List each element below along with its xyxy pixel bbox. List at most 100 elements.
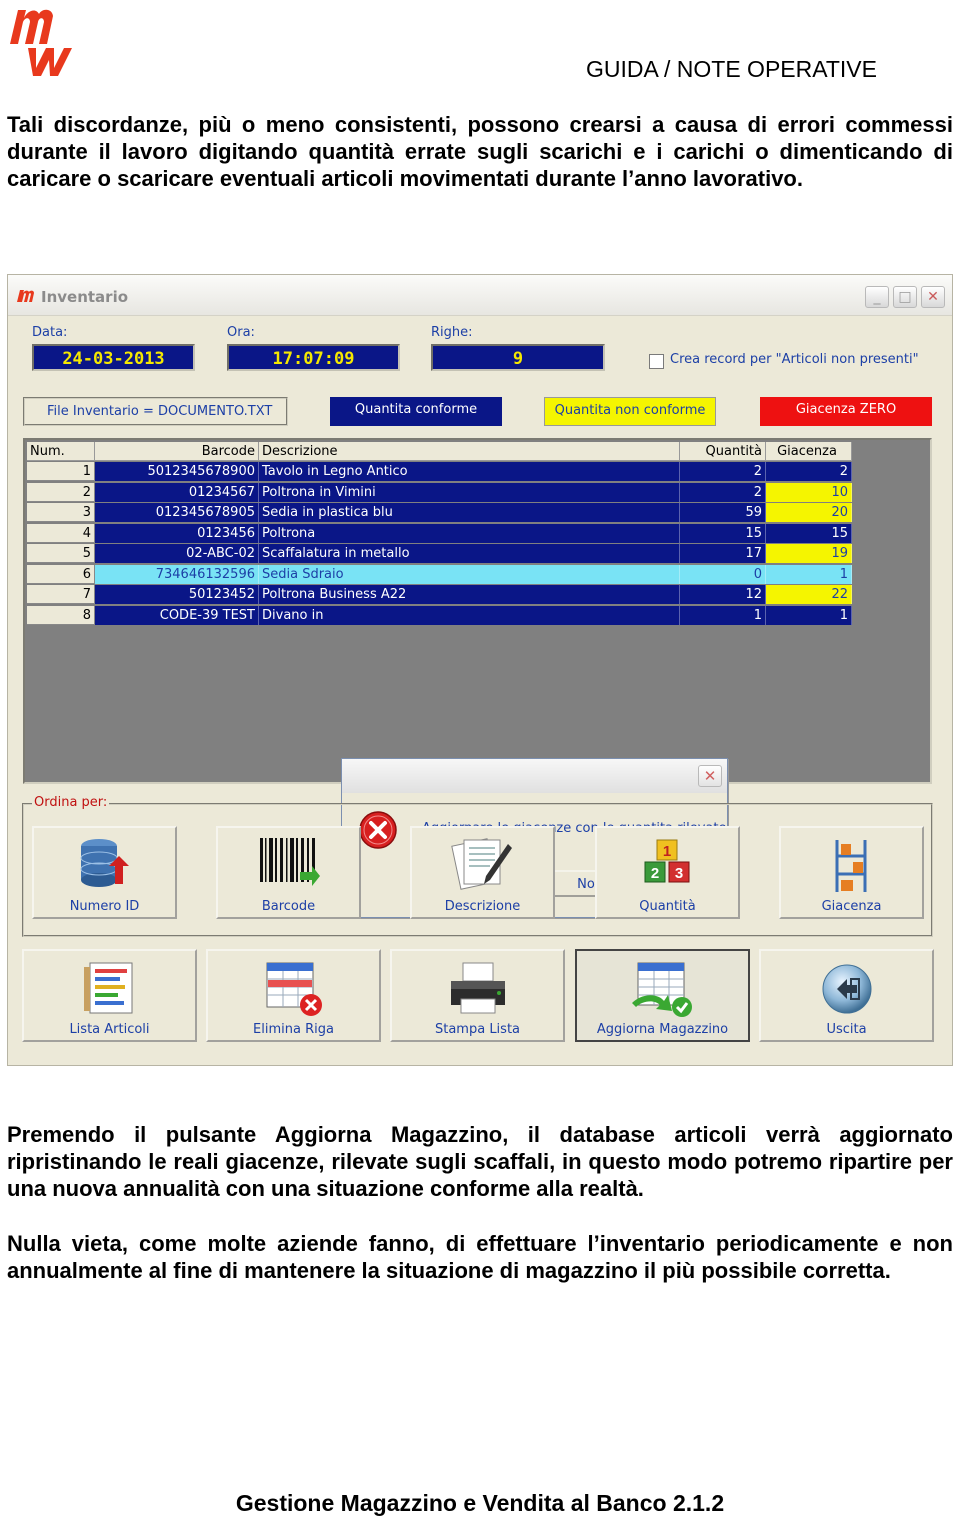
- row-quantita-cell: 0: [680, 564, 766, 584]
- dialog-titlebar: ✕: [342, 759, 727, 793]
- update-warehouse-icon: [631, 962, 692, 1017]
- row-num-cell: 4: [27, 523, 95, 543]
- row-giacenza-cell: 2: [766, 462, 852, 481]
- mw-logo: [10, 9, 72, 76]
- shelving-icon: [835, 840, 866, 892]
- lista-articoli-label: Lista Articoli: [69, 1022, 150, 1037]
- row-barcode-cell: 734646132596: [95, 564, 259, 584]
- row-num-cell: 6: [27, 564, 95, 584]
- grid-header-row: Num. Barcode Descrizione Quantità Giacen…: [27, 442, 853, 462]
- close-button[interactable]: ✕: [921, 286, 945, 308]
- elimina-riga-button[interactable]: Elimina Riga: [206, 949, 381, 1042]
- number-blocks-icon: 1 2 3: [644, 839, 689, 883]
- row-quantita-cell: 2: [680, 462, 766, 481]
- intro-paragraph: Tali discordanze, più o meno consistenti…: [7, 112, 953, 191]
- inventory-grid: Num. Barcode Descrizione Quantità Giacen…: [23, 438, 932, 918]
- col-quantita-header[interactable]: Quantità: [680, 442, 766, 461]
- legend-giacenza-zero: Giacenza ZERO: [760, 397, 932, 426]
- sort-barcode-button[interactable]: Barcode: [216, 826, 361, 919]
- lista-articoli-button[interactable]: Lista Articoli: [22, 949, 197, 1042]
- svg-text:1: 1: [662, 843, 670, 860]
- printer-icon: [450, 962, 505, 1014]
- row-quantita-cell: 15: [680, 523, 766, 543]
- rows-display: 9: [431, 344, 605, 371]
- exit-icon: [822, 964, 871, 1014]
- stampa-lista-button[interactable]: Stampa Lista: [390, 949, 565, 1042]
- row-giacenza-cell: 15: [766, 523, 852, 543]
- barcode-icon: [259, 838, 320, 886]
- aggiorna-magazzino-button[interactable]: Aggiorna Magazzino: [575, 949, 750, 1042]
- row-num-cell: 2: [27, 482, 95, 502]
- table-row[interactable]: 4 0123456 Poltrona 15 15: [27, 523, 853, 544]
- uscita-label: Uscita: [826, 1022, 867, 1037]
- list-articles-icon: [83, 962, 132, 1014]
- inventory-paragraph: Nulla vieta, come molte aziende fanno, d…: [7, 1231, 953, 1283]
- table-row[interactable]: 8 CODE-39 TEST Divano in 1 1: [27, 605, 853, 626]
- row-num-cell: 5: [27, 544, 95, 563]
- col-barcode-header[interactable]: Barcode: [95, 442, 259, 461]
- legend-conforme: Quantita conforme: [330, 397, 502, 426]
- date-display: 24-03-2013: [32, 344, 195, 371]
- sort-giacenza-label: Giacenza: [821, 899, 882, 914]
- svg-text:3: 3: [674, 865, 682, 882]
- uscita-button[interactable]: Uscita: [759, 949, 934, 1042]
- row-num-cell: 8: [27, 605, 95, 625]
- time-display: 17:07:09: [227, 344, 400, 371]
- row-descrizione-cell: Divano in: [259, 605, 680, 625]
- row-giacenza-cell: 19: [766, 544, 852, 563]
- create-record-checkbox[interactable]: [649, 354, 664, 369]
- table-row[interactable]: 3 012345678905 Sedia in plastica blu 59 20: [27, 503, 853, 523]
- table-row[interactable]: 1 5012345678900 Tavolo in Legno Antico 2 2: [27, 462, 853, 482]
- stampa-lista-label: Stampa Lista: [434, 1022, 521, 1037]
- table-row[interactable]: 5 02-ABC-02 Scaffalatura in metallo 17 19: [27, 544, 853, 564]
- sort-quantita-button[interactable]: 1 2 3 Quantità: [595, 826, 740, 919]
- sort-numero-id-button[interactable]: Numero ID: [32, 826, 177, 919]
- row-quantita-cell: 17: [680, 544, 766, 563]
- row-barcode-cell: 50123452: [95, 585, 259, 604]
- sort-descrizione-label: Descrizione: [444, 899, 521, 914]
- table-row[interactable]: 7 50123452 Poltrona Business A22 12 22: [27, 585, 853, 605]
- row-giacenza-cell: 10: [766, 482, 852, 502]
- table-row[interactable]: 2 01234567 Poltrona in Vimini 2 10: [27, 482, 853, 503]
- row-descrizione-cell: Poltrona Business A22: [259, 585, 680, 604]
- row-barcode-cell: CODE-39 TEST: [95, 605, 259, 625]
- document-header: GUIDA / NOTE OPERATIVE: [586, 56, 877, 82]
- elimina-riga-label: Elimina Riga: [253, 1022, 334, 1037]
- row-quantita-cell: 2: [680, 482, 766, 502]
- col-descrizione-header[interactable]: Descrizione: [259, 442, 680, 461]
- document-footer: Gestione Magazzino e Vendita al Banco 2.…: [235, 1490, 725, 1516]
- row-descrizione-cell: Sedia Sdraio: [259, 564, 680, 584]
- sort-quantita-label: Quantità: [639, 899, 696, 914]
- row-barcode-cell: 0123456: [95, 523, 259, 543]
- app-logo-icon: [17, 290, 34, 302]
- sort-group-title: Ordina per:: [32, 795, 110, 810]
- time-label: Ora:: [227, 325, 255, 340]
- minimize-button[interactable]: _: [865, 286, 889, 308]
- col-giacenza-header[interactable]: Giacenza: [766, 442, 852, 461]
- row-quantita-cell: 12: [680, 585, 766, 604]
- row-giacenza-cell: 22: [766, 585, 852, 604]
- row-barcode-cell: 02-ABC-02: [95, 544, 259, 563]
- row-num-cell: 7: [27, 585, 95, 604]
- delete-row-icon: [266, 962, 322, 1016]
- aggiorna-magazzino-label: Aggiorna Magazzino: [596, 1022, 729, 1037]
- col-num-header[interactable]: Num.: [27, 442, 95, 461]
- row-giacenza-cell: 1: [766, 605, 852, 625]
- sort-giacenza-button[interactable]: Giacenza: [779, 826, 924, 919]
- table-row[interactable]: 6 734646132596 Sedia Sdraio 0 1: [27, 564, 853, 585]
- row-num-cell: 1: [27, 462, 95, 481]
- legend-non-conforme: Quantita non conforme: [544, 397, 716, 426]
- row-descrizione-cell: Poltrona in Vimini: [259, 482, 680, 502]
- maximize-button[interactable]: □: [893, 286, 917, 308]
- dialog-close-button[interactable]: ✕: [698, 765, 722, 787]
- date-label: Data:: [32, 325, 68, 340]
- sort-barcode-label: Barcode: [261, 899, 316, 914]
- sort-descrizione-button[interactable]: Descrizione: [410, 826, 555, 919]
- row-quantita-cell: 1: [680, 605, 766, 625]
- inventario-window: Inventario _ □ ✕ Data: 24-03-2013 Ora: 1…: [7, 274, 953, 1066]
- row-descrizione-cell: Tavolo in Legno Antico: [259, 462, 680, 481]
- rows-label: Righe:: [431, 325, 473, 340]
- window-title: Inventario: [41, 288, 129, 306]
- file-inventario-label: File Inventario = DOCUMENTO.TXT: [23, 397, 288, 426]
- row-descrizione-cell: Poltrona: [259, 523, 680, 543]
